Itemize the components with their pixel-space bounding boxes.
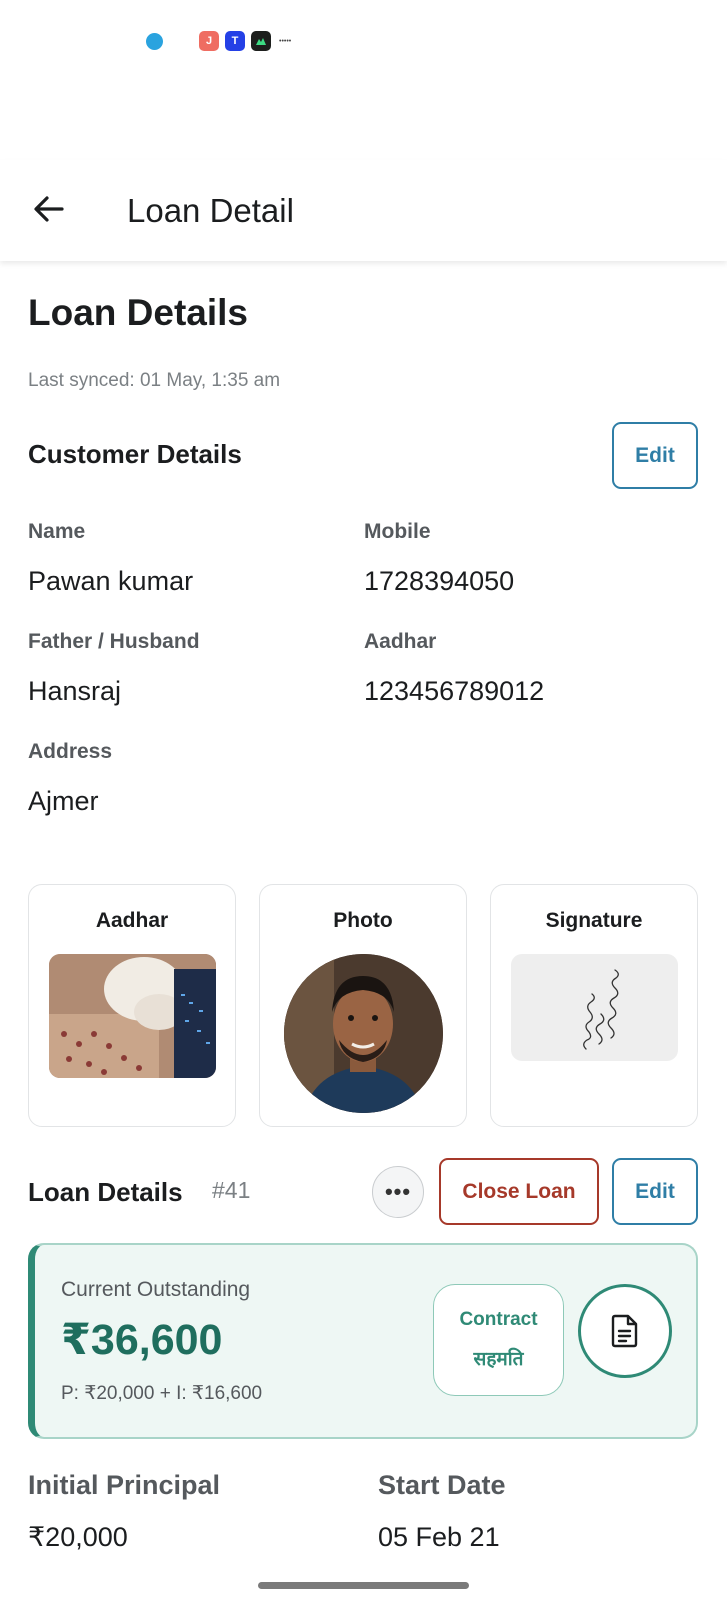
photo-document-card[interactable]: Photo xyxy=(259,884,467,1127)
app-bar: Loan Detail xyxy=(0,160,727,261)
page-title: Loan Details xyxy=(28,292,248,333)
outstanding-label: Current Outstanding xyxy=(61,1278,251,1301)
contract-label-hi: सहमति xyxy=(473,1349,524,1370)
start-date-label: Start Date xyxy=(378,1470,506,1500)
app-notification-icon: T xyxy=(225,31,245,51)
address-value: Ajmer xyxy=(28,786,99,816)
document-icon xyxy=(611,1314,638,1348)
initial-principal-label: Initial Principal xyxy=(28,1470,221,1500)
document-button[interactable] xyxy=(578,1284,672,1378)
status-bar: J T ••••• xyxy=(146,28,291,54)
photo-card-title: Photo xyxy=(333,909,393,932)
last-synced-text: Last synced: 01 May, 1:35 am xyxy=(28,370,281,391)
aadhar-value: 123456789012 xyxy=(364,676,545,706)
signature-document-card[interactable]: Signature xyxy=(490,884,698,1127)
name-label: Name xyxy=(28,520,86,543)
name-value: Pawan kumar xyxy=(28,566,194,596)
status-overflow-icon: ••••• xyxy=(279,37,292,45)
mobile-value: 1728394050 xyxy=(364,566,515,596)
customer-details-title: Customer Details xyxy=(28,439,242,469)
father-value: Hansraj xyxy=(28,676,122,706)
contract-label-en: Contract xyxy=(459,1309,538,1330)
signature-image[interactable] xyxy=(511,954,678,1061)
close-loan-button[interactable]: Close Loan xyxy=(439,1158,599,1225)
outstanding-card: Current Outstanding ₹36,600 P: ₹20,000 +… xyxy=(28,1243,698,1439)
mobile-label: Mobile xyxy=(364,520,431,543)
initial-principal-value: ₹20,000 xyxy=(28,1522,128,1552)
more-horizontal-icon: ••• xyxy=(384,1179,412,1204)
outstanding-amount: ₹36,600 xyxy=(61,1316,223,1364)
loan-details-title: Loan Details xyxy=(28,1177,183,1207)
home-indicator[interactable] xyxy=(258,1582,469,1589)
app-notification-icon: J xyxy=(199,31,219,51)
address-label: Address xyxy=(28,740,113,763)
edit-customer-button[interactable]: Edit xyxy=(612,422,698,489)
app-bar-title: Loan Detail xyxy=(127,192,294,229)
outstanding-breakdown: P: ₹20,000 + I: ₹16,600 xyxy=(61,1383,263,1404)
telegram-notification-icon xyxy=(146,32,163,50)
aadhar-card-title: Aadhar xyxy=(95,909,169,932)
loan-id: #41 xyxy=(212,1177,251,1203)
app-notification-icon xyxy=(251,31,271,51)
aadhar-label: Aadhar xyxy=(364,630,437,653)
arrow-left-icon[interactable] xyxy=(32,192,66,226)
start-date-value: 05 Feb 21 xyxy=(378,1522,500,1552)
aadhar-image[interactable] xyxy=(49,954,216,1078)
customer-photo[interactable] xyxy=(284,954,443,1113)
aadhar-document-card[interactable]: Aadhar xyxy=(28,884,236,1127)
signature-card-title: Signature xyxy=(545,909,643,932)
father-label: Father / Husband xyxy=(28,630,200,653)
more-options-button[interactable]: ••• xyxy=(372,1166,424,1218)
contract-button[interactable]: Contract सहमति xyxy=(433,1284,564,1396)
edit-loan-button[interactable]: Edit xyxy=(612,1158,698,1225)
